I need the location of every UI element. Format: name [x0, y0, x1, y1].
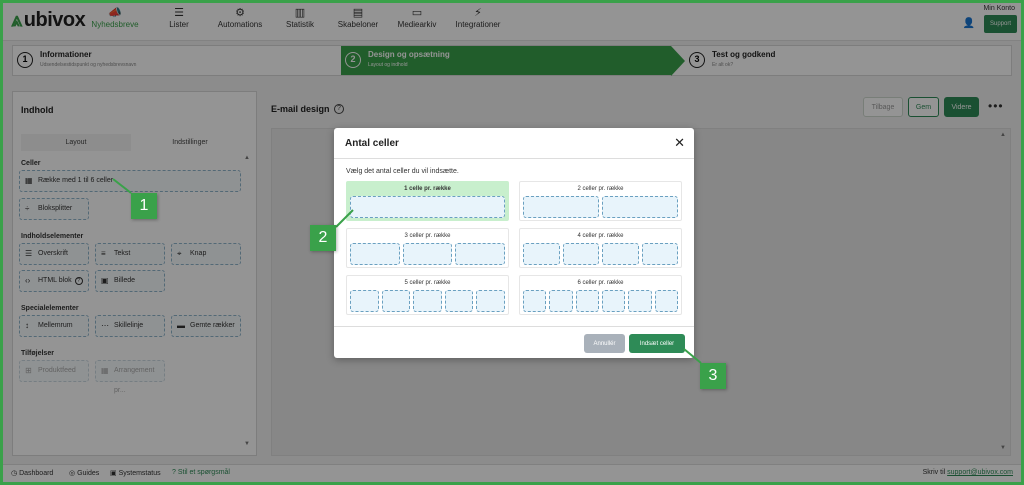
- callout-badge-1: 1: [131, 193, 157, 219]
- cell-placeholder: [641, 243, 678, 265]
- cell-placeholder: [413, 290, 442, 312]
- insert-cells-button[interactable]: Indsæt celler: [629, 334, 685, 353]
- option-4-cells[interactable]: 4 celler pr. række: [519, 228, 682, 268]
- cell-preview: [523, 196, 678, 218]
- app-window: ⩓ ubivox 📣 Nyhedsbreve ☰ Lister ⚙ Automations ▥…: [3, 3, 1021, 482]
- cell-placeholder: [562, 243, 599, 265]
- dialog-instruction: Vælg det antal celler du vil indsætte.: [346, 168, 459, 175]
- cell-placeholder: [444, 290, 474, 312]
- cell-placeholder: [455, 243, 506, 265]
- dialog-title: Antal celler: [345, 138, 399, 149]
- cell-placeholder: [601, 290, 626, 312]
- cell-preview: [523, 243, 678, 265]
- cell-preview: [350, 290, 505, 312]
- close-icon[interactable]: ✕: [674, 135, 685, 151]
- cell-placeholder: [602, 243, 639, 265]
- option-label: 6 celler pr. række: [577, 280, 624, 286]
- option-label: 5 celler pr. række: [404, 280, 451, 286]
- option-2-cells[interactable]: 2 celler pr. række: [519, 181, 682, 221]
- cell-placeholder: [476, 290, 505, 312]
- option-1-cells[interactable]: 1 celle pr. række: [346, 181, 509, 221]
- cell-preview: [523, 290, 678, 312]
- cell-placeholder: [628, 290, 652, 312]
- cell-preview: [350, 196, 505, 218]
- cell-placeholder: [350, 196, 505, 218]
- option-6-cells[interactable]: 6 celler pr. række: [519, 275, 682, 315]
- option-label: 4 celler pr. række: [577, 233, 624, 239]
- cell-placeholder: [523, 243, 560, 265]
- cell-placeholder: [575, 290, 599, 312]
- cell-placeholder: [402, 243, 453, 265]
- cell-preview: [350, 243, 506, 265]
- option-label: 3 celler pr. række: [404, 233, 451, 239]
- cell-placeholder: [654, 290, 678, 312]
- callout-badge-3: 3: [700, 363, 726, 389]
- option-5-cells[interactable]: 5 celler pr. række: [346, 275, 509, 315]
- option-label: 2 celler pr. række: [577, 186, 624, 192]
- cell-placeholder: [523, 196, 599, 218]
- cell-placeholder: [350, 243, 400, 265]
- callout-badge-2: 2: [310, 225, 336, 251]
- cell-placeholder: [381, 290, 411, 312]
- cells-dialog: Antal celler ✕ Vælg det antal celler du …: [334, 128, 694, 358]
- cell-placeholder: [523, 290, 547, 312]
- cell-placeholder: [602, 196, 678, 218]
- divider: [334, 158, 694, 159]
- cancel-button[interactable]: Annullér: [584, 334, 625, 353]
- option-3-cells[interactable]: 3 celler pr. række: [346, 228, 509, 268]
- cell-placeholder: [350, 290, 379, 312]
- divider: [334, 326, 694, 327]
- option-label: 1 celle pr. række: [404, 186, 451, 192]
- cell-placeholder: [549, 290, 573, 312]
